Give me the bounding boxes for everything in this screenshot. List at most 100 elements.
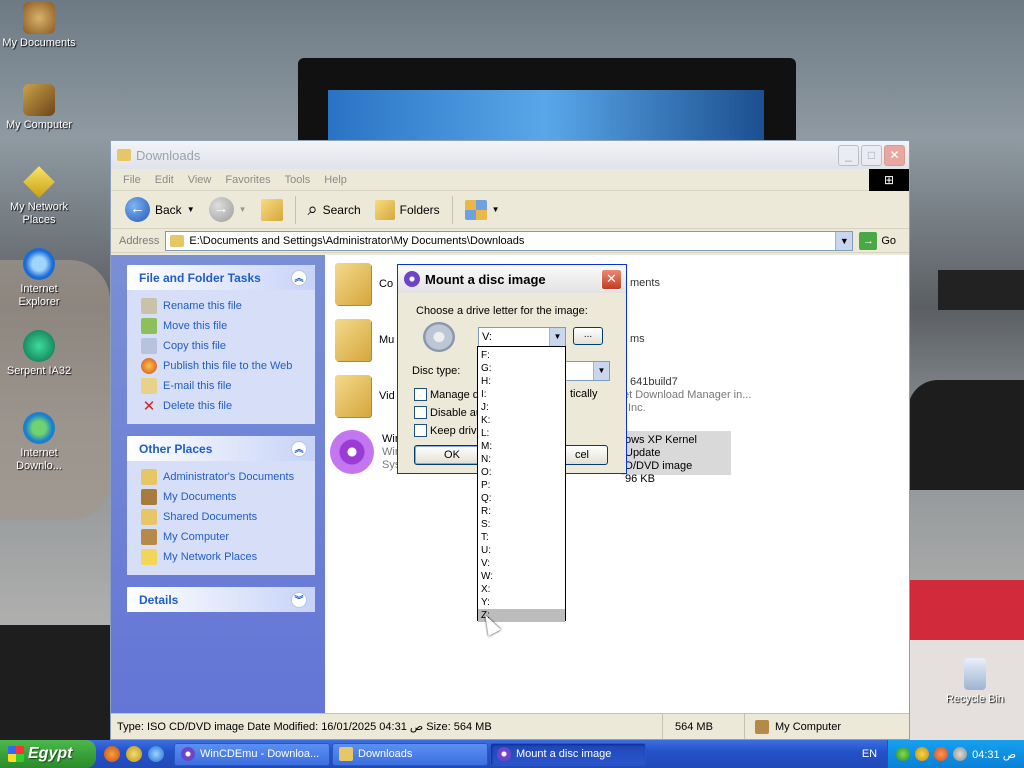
maximize-button[interactable]: □ [861,145,882,166]
details-header[interactable]: Details ︾ [127,587,315,612]
drive-option[interactable]: K: [478,414,565,427]
drive-option[interactable]: L: [478,427,565,440]
network-icon[interactable] [896,747,911,761]
desktop-icon-my-computer[interactable]: My Computer [0,84,78,132]
browser-icon[interactable] [104,746,120,762]
menu-help[interactable]: Help [318,174,353,186]
expand-icon[interactable]: ︾ [291,591,307,608]
menu-file[interactable]: File [117,174,147,186]
drive-option[interactable]: J: [478,401,565,414]
browse-button[interactable]: ... [573,327,603,345]
dialog-close-button[interactable]: ✕ [601,269,622,290]
desktop-icon-internet-explorer[interactable]: Internet Explorer [0,248,78,309]
download-icon[interactable] [934,747,949,761]
desktop-icon-recycle-bin[interactable]: Recycle Bin [936,658,1014,706]
task-move[interactable]: Move this file [141,316,305,336]
desktop-icon-serpent[interactable]: Serpent IA32 [0,330,78,378]
drive-option[interactable]: H: [478,375,565,388]
security-shield-icon[interactable] [915,747,930,761]
drive-option[interactable]: Q: [478,492,565,505]
rename-icon [141,298,157,314]
my-computer-icon [23,84,55,116]
desktop-icon-network-places[interactable]: My Network Places [0,166,78,227]
drive-option[interactable]: O: [478,466,565,479]
disable-autorun-checkbox[interactable]: Disable au [414,406,482,419]
explorer-titlebar[interactable]: Downloads _ □ ✕ [111,141,909,169]
taskbar-item-wincdemu[interactable]: WinCDEmu - Downloa... [174,742,330,766]
views-button[interactable]: ▼ [461,198,504,222]
drive-option[interactable]: P: [478,479,565,492]
chevron-down-icon[interactable]: ▼ [593,362,609,380]
forward-button[interactable]: → ▼ [205,195,251,224]
drive-option[interactable]: Y: [478,596,565,609]
folders-button[interactable]: Folders [371,198,444,222]
drive-option[interactable]: X: [478,583,565,596]
system-tray: 04:31 ص [887,740,1024,768]
collapse-icon[interactable]: ︽ [291,269,307,286]
file-tasks-header[interactable]: File and Folder Tasks ︽ [127,265,315,290]
drive-option[interactable]: F: [478,349,565,362]
dialog-titlebar[interactable]: Mount a disc image [398,265,626,293]
menu-tools[interactable]: Tools [279,174,317,186]
iso-file-selection[interactable]: ows XP Kernel Update D/DVD image 96 KB [621,431,731,485]
drive-option[interactable]: W: [478,570,565,583]
details-panel: Details ︾ [127,587,315,612]
menu-view[interactable]: View [182,174,218,186]
folders-icon [374,199,395,220]
volume-icon[interactable] [953,747,968,761]
manage-checkbox[interactable]: Manage d [414,388,479,401]
iso-file-item[interactable]: Win Win Sys [330,430,401,474]
place-admin-documents[interactable]: Administrator's Documents [141,467,305,487]
status-location: My Computer [745,714,909,739]
file-item[interactable]: Vid [335,375,395,417]
drive-option[interactable]: N: [478,453,565,466]
drive-option[interactable]: V: [478,557,565,570]
drive-option[interactable]: M: [478,440,565,453]
place-my-computer[interactable]: My Computer [141,527,305,547]
minimize-button[interactable]: _ [838,145,859,166]
chevron-down-icon[interactable]: ▼ [549,328,565,346]
drive-letter-select[interactable]: V: ▼ [478,327,566,347]
go-button[interactable]: → Go [859,231,896,250]
desktop-icon-internet-download-manager[interactable]: Internet Downlo... [0,412,78,473]
drive-option[interactable]: R: [478,505,565,518]
address-dropdown-button[interactable]: ▼ [835,231,853,250]
status-bar: Type: ISO CD/DVD image Date Modified: 16… [111,713,909,739]
search-button[interactable]: ⌕ Search [304,197,365,222]
close-button[interactable]: ✕ [884,145,905,166]
place-my-documents[interactable]: My Documents [141,487,305,507]
ie-icon[interactable] [148,746,164,762]
place-network-places[interactable]: My Network Places [141,547,305,567]
task-email[interactable]: E-mail this file [141,376,305,396]
desktop-icon-my-documents[interactable]: My Documents [0,2,78,50]
folder-icon [339,747,353,761]
file-item[interactable]: Co [335,263,393,305]
other-places-header[interactable]: Other Places ︽ [127,436,315,461]
task-rename[interactable]: Rename this file [141,296,305,316]
drive-option[interactable]: T: [478,531,565,544]
back-button[interactable]: ← Back ▼ [121,195,199,224]
address-input[interactable]: E:\Documents and Settings\Administrator\… [165,230,854,251]
menu-edit[interactable]: Edit [149,174,180,186]
collapse-icon[interactable]: ︽ [291,440,307,457]
drive-option[interactable]: I: [478,388,565,401]
task-delete[interactable]: ✕ Delete this file [141,396,305,416]
background-lamp [908,380,1024,490]
drive-option[interactable]: G: [478,362,565,375]
up-folder-button[interactable] [257,197,287,223]
media-icon[interactable] [126,746,142,762]
taskbar-item-downloads[interactable]: Downloads [332,742,488,766]
windows-flag-icon [8,746,24,762]
language-indicator[interactable]: EN [852,748,887,760]
drive-option[interactable]: U: [478,544,565,557]
menu-favorites[interactable]: Favorites [219,174,276,186]
folder-icon [141,509,157,525]
drive-option[interactable]: S: [478,518,565,531]
taskbar-item-mount-dialog[interactable]: Mount a disc image [490,742,646,766]
place-shared-documents[interactable]: Shared Documents [141,507,305,527]
start-button[interactable]: Egypt [0,740,96,768]
keep-drive-checkbox[interactable]: Keep drive [414,424,483,437]
file-item[interactable]: Mu [335,319,394,361]
task-copy[interactable]: Copy this file [141,336,305,356]
task-publish[interactable]: Publish this file to the Web [141,356,305,376]
